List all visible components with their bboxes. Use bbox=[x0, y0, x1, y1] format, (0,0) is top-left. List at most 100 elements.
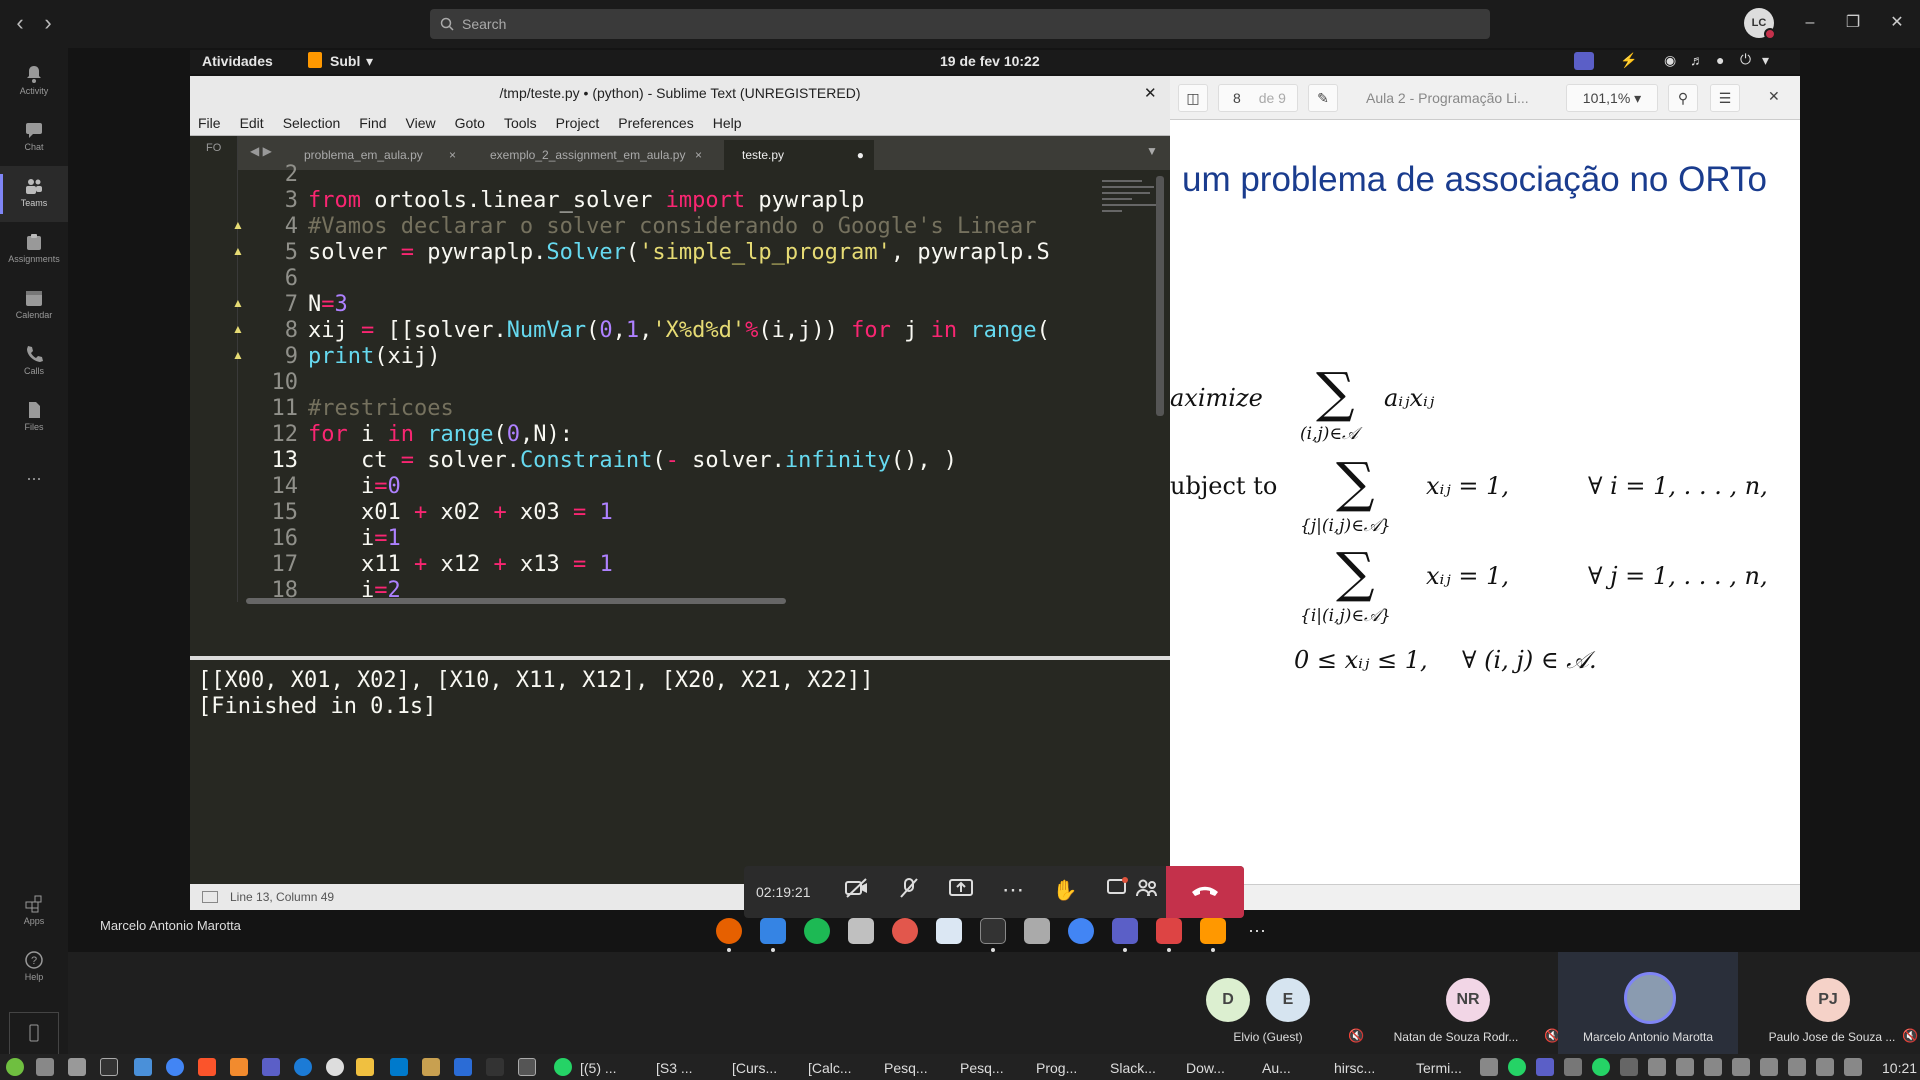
device-icon[interactable] bbox=[9, 1012, 59, 1056]
tab-nav-arrows[interactable]: ◀ ▶ bbox=[250, 144, 272, 158]
hang-up-button[interactable] bbox=[1166, 866, 1244, 918]
taskbar-item[interactable]: Termi... bbox=[1416, 1058, 1462, 1078]
more-apps-button[interactable]: ... bbox=[0, 456, 68, 512]
tray-icon[interactable]: ⚡ bbox=[1620, 52, 1637, 69]
taskbar-item[interactable]: Au... bbox=[1262, 1058, 1291, 1078]
app-icon[interactable] bbox=[356, 1058, 374, 1076]
microphone-off-icon[interactable] bbox=[892, 876, 926, 908]
close-icon[interactable]: ✕ bbox=[1144, 84, 1157, 102]
start-menu-icon[interactable] bbox=[6, 1058, 24, 1076]
rail-assignments[interactable]: Assignments bbox=[0, 222, 68, 278]
battery-icon[interactable] bbox=[1788, 1058, 1806, 1076]
calculator-icon[interactable] bbox=[1024, 918, 1050, 944]
document-viewer-icon[interactable] bbox=[1156, 918, 1182, 944]
app-icon[interactable] bbox=[1816, 1058, 1834, 1076]
code-editor[interactable]: from ortools.linear_solver import pywrap… bbox=[308, 170, 1098, 602]
app-icon[interactable] bbox=[454, 1058, 472, 1076]
taskbar-item[interactable]: [Calc... bbox=[808, 1058, 852, 1078]
close-tab-icon[interactable]: × bbox=[449, 140, 456, 170]
menu-tools[interactable]: Tools bbox=[504, 115, 537, 131]
taskbar-item[interactable]: Pesq... bbox=[884, 1058, 928, 1078]
power-icon[interactable]: ⏻ bbox=[1740, 51, 1751, 68]
participant-tile-active[interactable]: Marcelo Antonio Marotta bbox=[1558, 952, 1738, 1054]
tab-teste[interactable]: teste.py ● bbox=[724, 140, 874, 170]
annotate-button[interactable]: ✎ bbox=[1308, 84, 1338, 112]
terminal-icon[interactable] bbox=[980, 918, 1006, 944]
vscode-icon[interactable] bbox=[390, 1058, 408, 1076]
taskbar-item[interactable]: Slack... bbox=[1110, 1058, 1156, 1078]
activities-button[interactable]: Atividades bbox=[202, 53, 273, 69]
tab-problema[interactable]: problema_em_aula.py × bbox=[286, 140, 466, 170]
raise-hand-icon[interactable]: ✋ bbox=[1048, 876, 1082, 908]
back-arrow-icon[interactable]: ‹ bbox=[8, 12, 32, 36]
wifi-icon[interactable]: ◉ bbox=[1664, 52, 1676, 69]
tray-icon[interactable] bbox=[1480, 1058, 1498, 1076]
chat-icon[interactable] bbox=[1100, 876, 1134, 908]
taskbar-item[interactable]: [(5) ... bbox=[580, 1058, 617, 1078]
spotify-icon[interactable] bbox=[804, 918, 830, 944]
folder-icon[interactable] bbox=[422, 1058, 440, 1076]
shield-icon[interactable] bbox=[1704, 1058, 1722, 1076]
zoom-select[interactable]: 101,1% ▾ bbox=[1566, 84, 1658, 112]
terminal-icon[interactable] bbox=[100, 1058, 118, 1076]
whatsapp-tray-icon[interactable] bbox=[1508, 1058, 1526, 1076]
terminal-icon[interactable] bbox=[486, 1058, 504, 1076]
user-avatar[interactable]: LC bbox=[1744, 8, 1776, 40]
camera-off-icon[interactable] bbox=[840, 876, 874, 908]
close-tab-icon[interactable]: × bbox=[695, 140, 702, 170]
app-icon[interactable] bbox=[518, 1058, 536, 1076]
chrome-icon[interactable] bbox=[1068, 918, 1094, 944]
page-number-input[interactable]: 8 de 9 bbox=[1218, 84, 1298, 112]
taskbar-item[interactable]: [S3 ... bbox=[656, 1058, 693, 1078]
volume-icon[interactable] bbox=[1844, 1058, 1862, 1076]
clipboard-icon[interactable] bbox=[1676, 1058, 1694, 1076]
taskbar-item[interactable]: hirsc... bbox=[1334, 1058, 1375, 1078]
app-icon[interactable] bbox=[892, 918, 918, 944]
notification-icon[interactable] bbox=[1564, 1058, 1582, 1076]
rail-teams[interactable]: Teams bbox=[0, 166, 68, 222]
taskbar-item[interactable]: Dow... bbox=[1186, 1058, 1225, 1078]
firefox-icon[interactable] bbox=[716, 918, 742, 944]
chevron-down-icon[interactable]: ▾ bbox=[1762, 52, 1769, 69]
menu-file[interactable]: File bbox=[198, 115, 221, 131]
files-icon[interactable] bbox=[68, 1058, 86, 1076]
network-icon[interactable] bbox=[1620, 1058, 1638, 1076]
minimap[interactable] bbox=[1096, 176, 1162, 596]
menu-button[interactable]: ☰ bbox=[1710, 84, 1740, 112]
menu-help[interactable]: Help bbox=[713, 115, 742, 131]
tab-dropdown-icon[interactable]: ▼ bbox=[1146, 144, 1158, 158]
gnome-clock[interactable]: 19 de fev 10:22 bbox=[940, 53, 1040, 69]
show-apps-icon[interactable]: ⋯ bbox=[1244, 918, 1270, 944]
files-icon[interactable] bbox=[760, 918, 786, 944]
app-icon[interactable] bbox=[134, 1058, 152, 1076]
microphone-icon[interactable]: ● bbox=[1716, 52, 1724, 68]
app-icon[interactable] bbox=[1732, 1058, 1750, 1076]
rail-files[interactable]: Files bbox=[0, 390, 68, 446]
teams-icon[interactable] bbox=[262, 1058, 280, 1076]
participant-tile[interactable]: E Elvio (Guest) 🔇 bbox=[1198, 952, 1378, 1054]
sublime-icon[interactable] bbox=[1200, 918, 1226, 944]
taskbar-item[interactable]: Prog... bbox=[1036, 1058, 1077, 1078]
restore-button[interactable]: ❐ bbox=[1838, 10, 1868, 36]
participant-tile[interactable]: NR Natan de Souza Rodr... 🔇 bbox=[1378, 952, 1560, 1054]
forward-arrow-icon[interactable]: › bbox=[36, 12, 60, 36]
rail-calls[interactable]: Calls bbox=[0, 334, 68, 390]
sidebar-collapsed[interactable]: FO bbox=[190, 136, 238, 602]
menu-edit[interactable]: Edit bbox=[240, 115, 264, 131]
rail-calendar[interactable]: Calendar bbox=[0, 278, 68, 334]
share-screen-icon[interactable] bbox=[944, 876, 978, 908]
app-icon[interactable] bbox=[294, 1058, 312, 1076]
app-icon[interactable] bbox=[230, 1058, 248, 1076]
volume-icon[interactable]: ♬ bbox=[1690, 52, 1704, 68]
tab-exemplo[interactable]: exemplo_2_assignment_em_aula.py × bbox=[472, 140, 712, 170]
panel-toggle-icon[interactable] bbox=[202, 891, 218, 903]
teams-tray-icon[interactable] bbox=[1574, 52, 1594, 70]
rail-activity[interactable]: Activity bbox=[0, 54, 68, 110]
horizontal-scrollbar[interactable] bbox=[246, 598, 786, 604]
brave-icon[interactable] bbox=[198, 1058, 216, 1076]
taskbar-item[interactable]: Pesq... bbox=[960, 1058, 1004, 1078]
display-icon[interactable] bbox=[1760, 1058, 1778, 1076]
chrome-icon[interactable] bbox=[166, 1058, 184, 1076]
app-menu[interactable]: Subl bbox=[330, 53, 360, 69]
rail-chat[interactable]: Chat bbox=[0, 110, 68, 166]
